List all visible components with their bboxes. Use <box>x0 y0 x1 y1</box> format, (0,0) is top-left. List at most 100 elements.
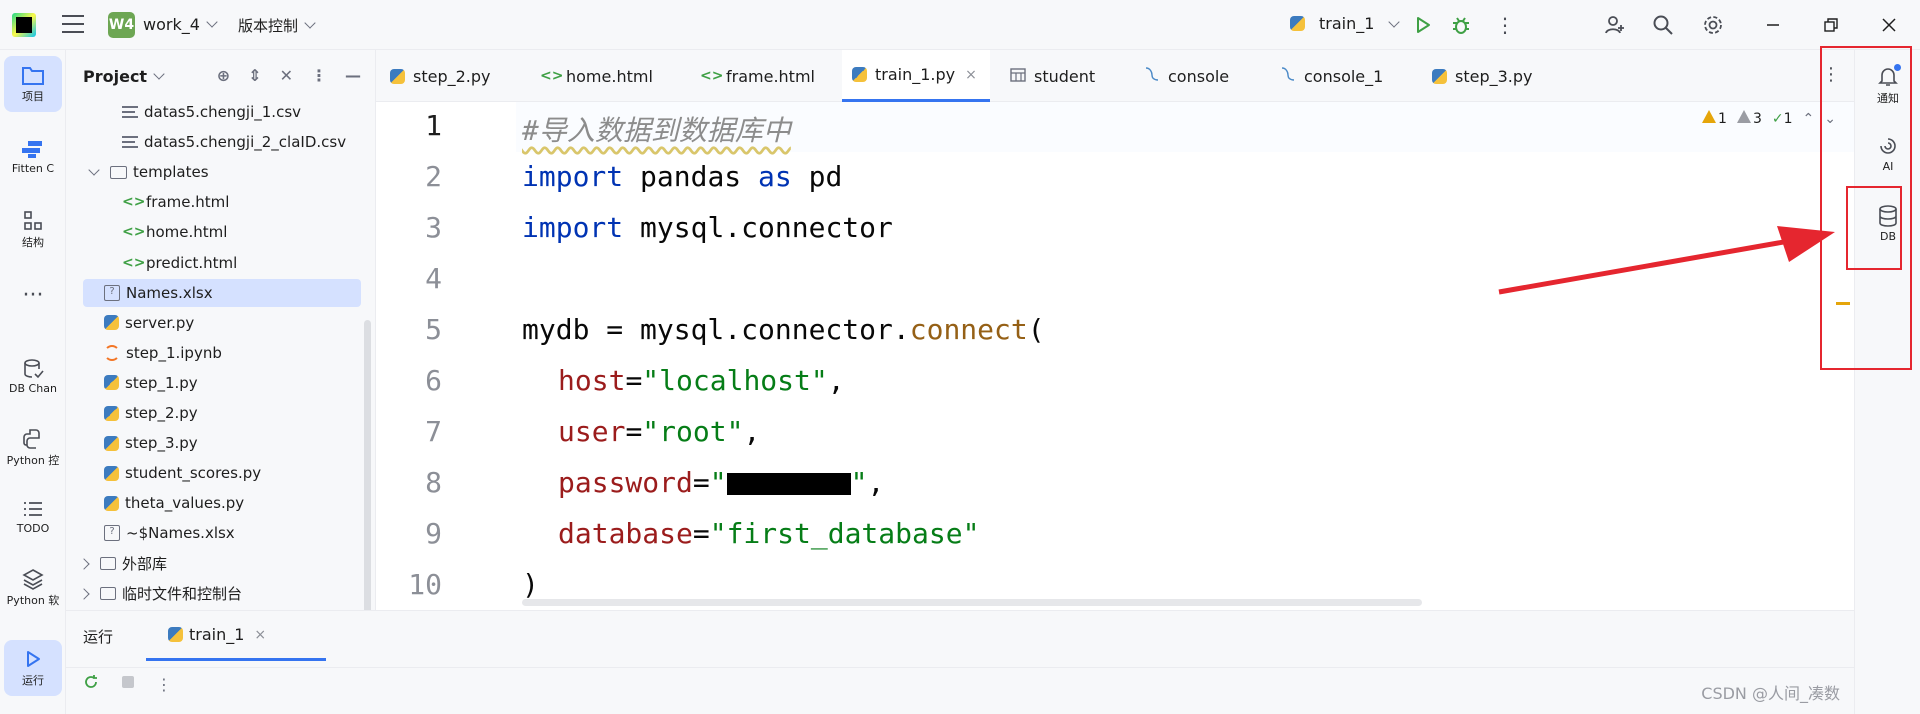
tool-fitten-code[interactable]: Fitten C <box>4 136 62 175</box>
html-file-icon: <> <box>122 224 146 241</box>
tree-file[interactable]: datas5.chengji_2_claID.csv <box>66 128 362 156</box>
python-file-icon <box>104 435 119 451</box>
tree-file[interactable]: <> home.html <box>66 218 362 246</box>
vcs-label: 版本控制 <box>238 17 299 35</box>
run-config-selector[interactable]: train_1 <box>1290 14 1401 33</box>
warning-count-value: 1 <box>1718 111 1727 127</box>
main-menu-icon[interactable] <box>62 15 84 33</box>
tab-train-1[interactable]: train_1.py × <box>842 50 990 102</box>
tab-student[interactable]: student <box>1010 50 1095 102</box>
minimize-icon[interactable] <box>1760 12 1786 38</box>
settings-gear-icon[interactable] <box>1700 12 1726 38</box>
code-text: ) <box>522 568 539 601</box>
html-file-icon: <> <box>122 254 146 271</box>
tree-file[interactable]: ? ~$Names.xlsx <box>66 519 362 547</box>
code-keyword: import <box>522 211 624 244</box>
tree-file[interactable]: step_2.py <box>66 399 362 427</box>
close-tab-icon[interactable]: × <box>254 627 266 643</box>
tool-todo[interactable]: TODO <box>4 496 62 535</box>
unknown-file-icon: ? <box>104 525 120 542</box>
tree-item-label: Names.xlsx <box>126 283 213 302</box>
rerun-icon[interactable] <box>82 673 100 695</box>
more-actions-icon[interactable]: ⋮ <box>1492 12 1518 38</box>
run-config-name: train_1 <box>1319 14 1375 33</box>
search-icon[interactable] <box>1650 12 1676 38</box>
html-file-icon: <> <box>122 194 146 211</box>
left-tool-window-bar: 项目 Fitten C 结构 ··· DB Chan Python 控 TODO… <box>0 50 66 714</box>
warning-icon <box>1702 110 1717 123</box>
line-number: 7 <box>425 415 442 448</box>
project-badge[interactable]: W4 <box>108 12 135 38</box>
ide-window: W4 work_4 版本控制 train_1 ⋮ 项目 Fitten C 结构 … <box>0 0 1920 714</box>
play-icon <box>1417 17 1430 33</box>
tool-python-packages[interactable]: Python 软 <box>4 566 62 608</box>
tree-file[interactable]: <> frame.html <box>66 188 362 216</box>
debug-button[interactable] <box>1448 12 1474 38</box>
weak-warning-icon <box>1736 110 1751 123</box>
tool-run[interactable]: 运行 <box>4 640 62 696</box>
line-number: 6 <box>425 364 442 397</box>
tool-structure[interactable]: 结构 <box>4 208 62 250</box>
redacted-password <box>726 473 851 495</box>
tree-file[interactable]: <> predict.html <box>66 249 362 277</box>
restore-icon[interactable] <box>1818 12 1844 38</box>
close-window-icon[interactable] <box>1876 12 1902 38</box>
tab-step-3[interactable]: step_3.py <box>1432 50 1533 102</box>
tree-file[interactable]: 临时文件和控制台 <box>66 580 362 608</box>
stop-icon[interactable] <box>120 674 136 694</box>
code-editor[interactable]: 1 2 3 4 5 6 7 8 9 10 #导入数据到数据库中 import p… <box>376 102 1854 610</box>
tab-console-1[interactable]: console_1 <box>1280 50 1383 102</box>
tree-file[interactable]: step_1.ipynb <box>66 339 362 367</box>
expand-all-icon[interactable]: ⇕ <box>248 66 261 85</box>
code-param: database <box>558 517 693 550</box>
chevron-right-icon[interactable] <box>78 587 90 600</box>
tree-file[interactable]: datas5.chengji_1.csv <box>66 98 362 126</box>
locate-icon[interactable]: ⊕ <box>217 66 230 85</box>
run-tab-train-1[interactable]: train_1 × <box>146 611 326 661</box>
tree-folder[interactable]: templates <box>66 158 362 186</box>
folder-icon <box>110 165 127 179</box>
code-line-8: password=" ", <box>522 466 884 499</box>
tool-more[interactable]: ··· <box>4 282 62 308</box>
project-switcher[interactable]: work_4 <box>143 15 218 34</box>
tree-file[interactable]: step_3.py <box>66 429 362 457</box>
project-panel-header[interactable]: Project ⊕ ⇕ ✕ ⋮ — <box>66 50 375 102</box>
run-panel-title: 运行 <box>83 628 114 646</box>
tree-file[interactable]: step_1.py <box>66 369 362 397</box>
chevron-down-icon[interactable] <box>88 164 100 176</box>
tab-frame-html[interactable]: <> frame.html <box>700 50 815 102</box>
editor-horizontal-scrollbar[interactable] <box>522 599 1422 606</box>
tool-project[interactable]: 项目 <box>4 56 62 112</box>
tool-db-changes[interactable]: DB Chan <box>4 356 62 395</box>
python-file-icon <box>1432 68 1447 84</box>
tab-home-html[interactable]: <> home.html <box>540 50 653 102</box>
line-number: 10 <box>408 568 442 601</box>
run-panel-divider <box>66 667 1854 668</box>
tab-console[interactable]: console <box>1144 50 1229 102</box>
tab-step-2[interactable]: step_2.py <box>390 50 491 102</box>
line-number: 9 <box>425 517 442 550</box>
tab-label: home.html <box>566 66 653 86</box>
tree-file[interactable]: server.py <box>66 309 362 337</box>
inspection-widget[interactable]: 1 3 ✓1 ⌃ ⌄ <box>1702 110 1836 127</box>
tree-file[interactable]: 外部库 <box>66 550 362 578</box>
collapse-all-icon[interactable]: ✕ <box>280 66 293 85</box>
tab-label: student <box>1034 66 1096 86</box>
hide-panel-icon[interactable]: — <box>345 66 361 85</box>
console-icon <box>1280 66 1296 86</box>
tree-file[interactable]: theta_values.py <box>66 489 362 517</box>
tree-file[interactable]: student_scores.py <box>66 459 362 487</box>
run-button[interactable] <box>1410 12 1436 38</box>
run-more-icon[interactable]: ⋮ <box>156 675 172 694</box>
options-icon[interactable]: ⋮ <box>311 66 327 85</box>
vcs-menu[interactable]: 版本控制 <box>238 15 316 36</box>
tool-python-console[interactable]: Python 控 <box>4 426 62 468</box>
prev-highlight-icon[interactable]: ⌃ <box>1803 111 1815 127</box>
line-number: 5 <box>425 313 442 346</box>
project-scrollbar[interactable] <box>364 320 371 610</box>
tree-file[interactable]: ? Names.xlsx <box>83 278 361 307</box>
python-file-icon <box>104 465 119 481</box>
chevron-right-icon[interactable] <box>78 557 90 570</box>
add-user-icon[interactable] <box>1602 12 1628 38</box>
close-tab-icon[interactable]: × <box>965 67 977 83</box>
